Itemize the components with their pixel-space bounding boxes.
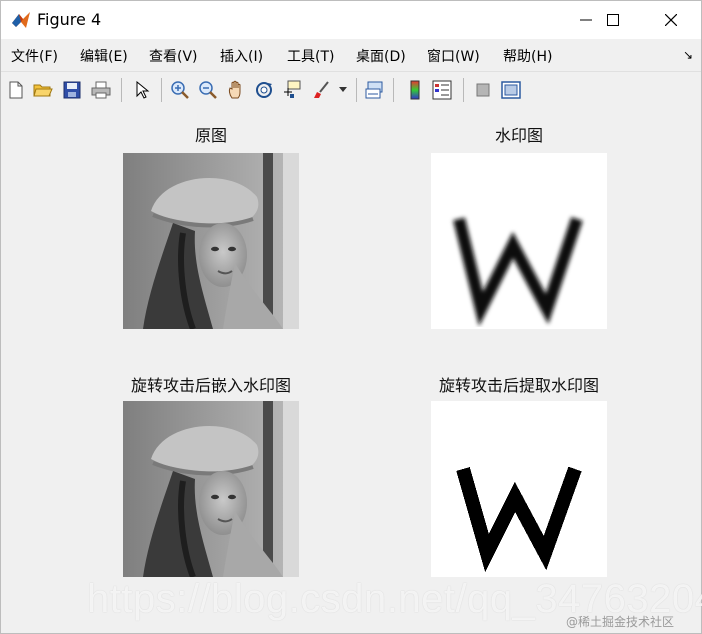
zoom-out-button[interactable] <box>197 79 219 101</box>
menu-help[interactable]: 帮助(H) <box>503 46 552 66</box>
save-icon <box>63 81 81 99</box>
toolbar-separator <box>121 78 122 102</box>
rotate-3d-button[interactable] <box>253 79 275 101</box>
credit-watermark: @稀土掘金技术社区 <box>566 615 675 629</box>
plot-title-watermark: 水印图 <box>494 126 543 145</box>
show-plot-tools-button[interactable] <box>500 79 522 101</box>
toolbar-separator <box>161 78 162 102</box>
legend-icon <box>432 80 452 100</box>
colorbar-button[interactable] <box>404 79 426 101</box>
new-figure-icon <box>9 81 23 99</box>
colorbar-icon <box>410 80 420 100</box>
brush-button[interactable] <box>311 79 333 101</box>
pointer-button[interactable] <box>131 79 153 101</box>
save-button[interactable] <box>61 79 83 101</box>
plot-title-rotated-embedded: 旋转攻击后嵌入水印图 <box>130 376 291 395</box>
lena-original-image <box>123 153 299 329</box>
link-plot-button[interactable] <box>364 79 386 101</box>
plot-title-rotated-extracted: 旋转攻击后提取水印图 <box>438 376 599 395</box>
watermark-image <box>431 153 607 329</box>
menu-insert[interactable]: 插入(I) <box>220 46 263 66</box>
link-plot-icon <box>365 81 383 99</box>
maximize-button[interactable] <box>590 1 636 39</box>
zoom-in-icon <box>171 81 189 99</box>
pointer-icon <box>136 81 150 99</box>
figure-window: Figure 4 文件(F) 编辑(E) 查看(V) 插入(I) 工具(T) 桌… <box>0 0 702 634</box>
pan-icon <box>228 80 241 99</box>
window-title: Figure 4 <box>37 10 102 29</box>
open-button[interactable] <box>32 79 54 101</box>
close-button[interactable] <box>648 1 694 39</box>
print-button[interactable] <box>90 79 112 101</box>
data-cursor-button[interactable] <box>281 79 303 101</box>
toolbar-separator <box>356 78 357 102</box>
toolbar-separator <box>463 78 464 102</box>
print-icon <box>91 81 111 99</box>
toolbar-separator <box>393 78 394 102</box>
brush-icon <box>314 81 329 98</box>
zoom-in-button[interactable] <box>169 79 191 101</box>
rotate-3d-icon <box>256 82 272 98</box>
legend-button[interactable] <box>431 79 453 101</box>
menu-desktop[interactable]: 桌面(D) <box>356 46 406 66</box>
data-cursor-icon <box>284 80 301 98</box>
menu-bar: 文件(F) 编辑(E) 查看(V) 插入(I) 工具(T) 桌面(D) 窗口(W… <box>1 39 701 71</box>
close-icon <box>665 14 677 26</box>
hide-plot-tools-button[interactable] <box>472 79 494 101</box>
hide-plot-tools-icon <box>476 83 490 97</box>
menu-edit[interactable]: 编辑(E) <box>80 46 128 66</box>
menu-window[interactable]: 窗口(W) <box>427 46 480 66</box>
new-figure-button[interactable] <box>5 79 27 101</box>
menu-view[interactable]: 查看(V) <box>149 46 198 66</box>
maximize-icon <box>607 14 619 26</box>
pan-button[interactable] <box>225 79 247 101</box>
figure-toolbar <box>1 71 701 109</box>
title-bar: Figure 4 <box>1 1 701 39</box>
menu-tools[interactable]: 工具(T) <box>287 46 334 66</box>
menu-dock-arrow-icon[interactable]: ↘ <box>683 48 693 62</box>
show-plot-tools-icon <box>501 81 521 99</box>
open-icon <box>33 84 53 97</box>
zoom-out-icon <box>199 81 217 99</box>
extracted-watermark-image <box>431 401 607 577</box>
dropdown-icon <box>339 87 347 92</box>
lena-rotated-embedded-image <box>123 401 299 577</box>
menu-file[interactable]: 文件(F) <box>11 46 58 66</box>
matlab-logo-icon <box>12 12 30 28</box>
plot-title-original: 原图 <box>194 126 227 145</box>
brush-dropdown-button[interactable] <box>336 79 350 101</box>
